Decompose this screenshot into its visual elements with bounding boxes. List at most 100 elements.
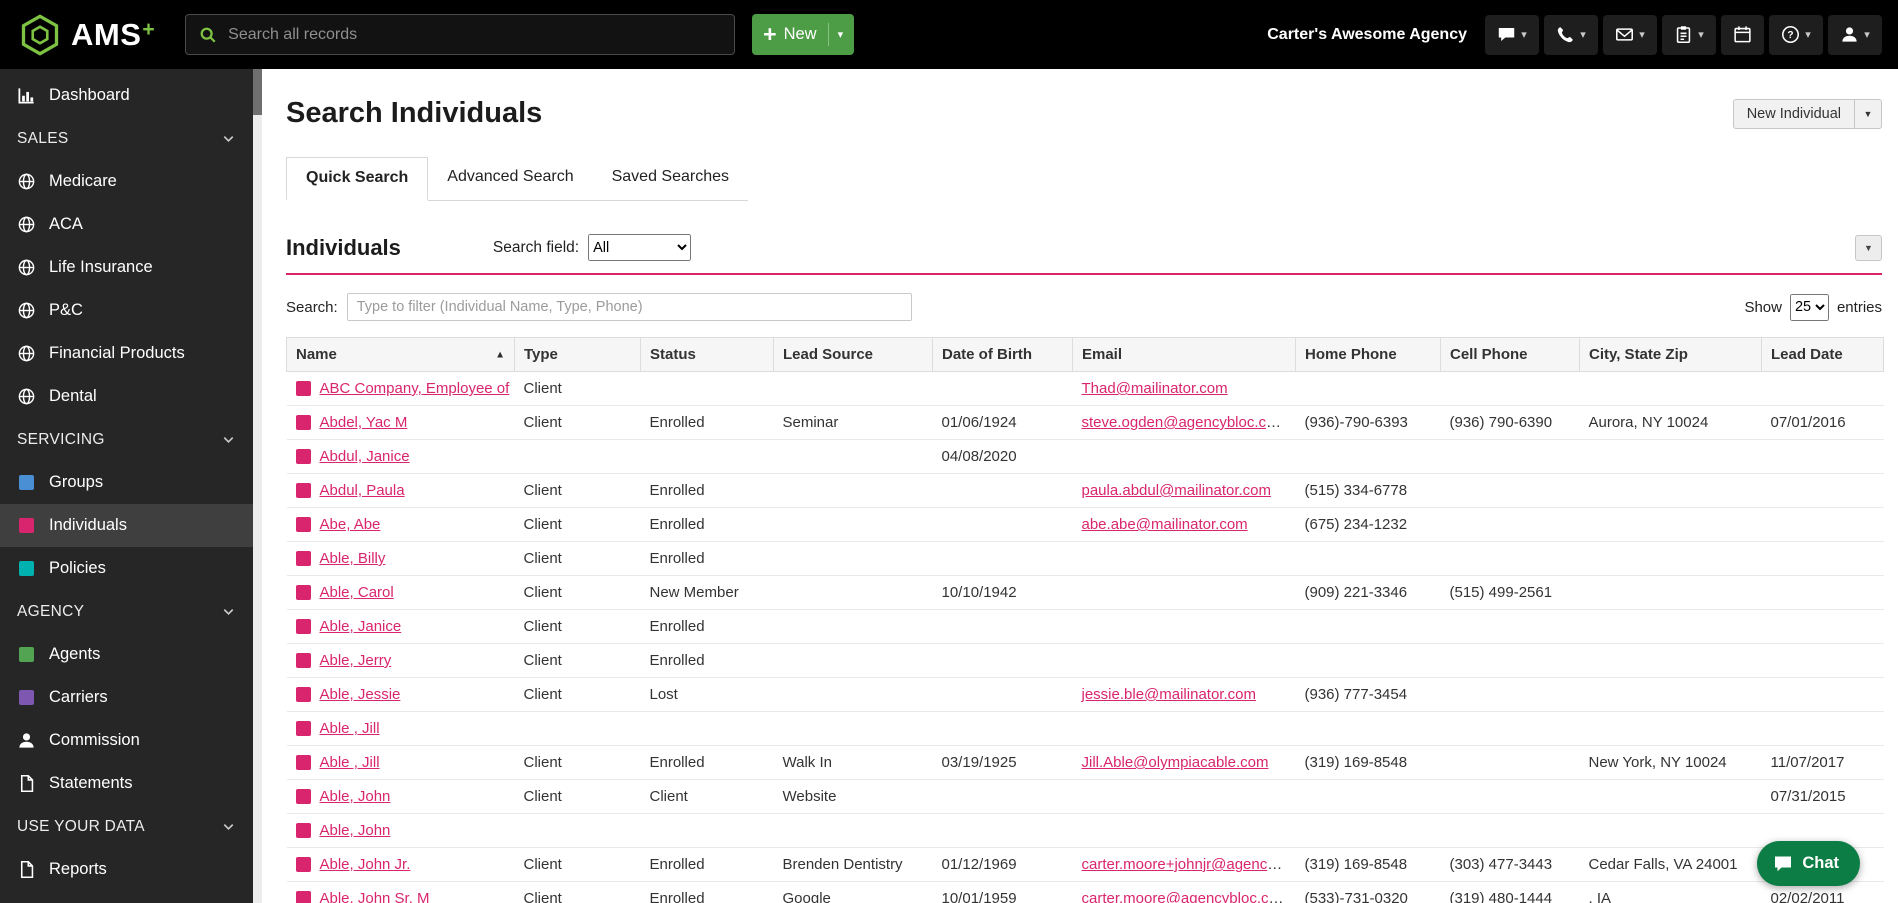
individual-name-link[interactable]: Abdul, Paula: [320, 482, 405, 499]
email-link[interactable]: carter.moore@agencybloc.com: [1082, 890, 1290, 903]
email-link[interactable]: steve.ogden@agencybloc.com: [1082, 414, 1287, 431]
individual-name-link[interactable]: Able, John Jr.: [320, 856, 411, 873]
table-cell: 04/08/2020: [932, 439, 1073, 474]
sidebar-item-carriers[interactable]: Carriers: [0, 676, 253, 719]
sidebar-item-individuals[interactable]: Individuals: [0, 504, 253, 547]
tab-advanced-search[interactable]: Advanced Search: [428, 157, 592, 200]
table-cell: Client: [514, 541, 641, 576]
individual-name-link[interactable]: Able, Billy: [320, 550, 386, 567]
email-link[interactable]: Thad@mailinator.com: [1082, 380, 1228, 397]
individual-name-link[interactable]: Able, John: [320, 788, 391, 805]
column-header-email[interactable]: Email: [1072, 337, 1296, 372]
sidebar-item-p-c[interactable]: P&C: [0, 289, 253, 332]
cell-name: Abdel, Yac M: [286, 405, 515, 440]
individual-name-link[interactable]: Able , Jill: [320, 754, 380, 771]
table-cell: [1761, 643, 1884, 678]
individual-name-link[interactable]: Able, Jerry: [320, 652, 392, 669]
sidebar-item-email-marketing[interactable]: Email Marketing: [0, 891, 253, 903]
individual-name-link[interactable]: Able, John Sr. M: [320, 890, 430, 903]
new-individual-button[interactable]: New Individual: [1732, 98, 1855, 129]
sidebar-item-groups[interactable]: Groups: [0, 461, 253, 504]
sidebar-section-agency[interactable]: AGENCY: [0, 590, 253, 633]
column-header-lead-date[interactable]: Lead Date: [1761, 337, 1884, 372]
table-options-dropdown-button[interactable]: ▼: [1855, 234, 1882, 261]
record-square-icon: [295, 823, 311, 838]
sidebar-item-statements[interactable]: Statements: [0, 762, 253, 805]
tab-quick-search[interactable]: Quick Search: [286, 157, 429, 201]
chevron-down-icon: ▾: [1698, 29, 1704, 41]
email-link[interactable]: abe.abe@mailinator.com: [1082, 516, 1248, 533]
account-dropdown-button[interactable]: ▾: [1828, 14, 1882, 55]
search-field-select[interactable]: All: [588, 234, 692, 261]
column-header-label: Cell Phone: [1450, 346, 1528, 363]
individual-name-link[interactable]: Abdul, Janice: [320, 448, 410, 465]
cell-email: [1072, 643, 1296, 678]
new-individual-dropdown-button[interactable]: ▼: [1855, 98, 1882, 129]
cell-name: ABC Company, Employee of: [286, 371, 515, 406]
sidebar-item-life-insurance[interactable]: Life Insurance: [0, 246, 253, 289]
help-dropdown-button[interactable]: ? ▾: [1769, 14, 1823, 55]
sidebar-item-agents[interactable]: Agents: [0, 633, 253, 676]
column-header-name[interactable]: Name ▲: [286, 337, 515, 372]
table-row: Able, Jessie Client Lost jessie.ble@mailina…: [286, 677, 1884, 712]
individual-name-link[interactable]: Abdel, Yac M: [320, 414, 408, 431]
table-cell: (936) 790-6390: [1440, 405, 1580, 440]
table-cell: [1579, 473, 1762, 508]
calendar-button[interactable]: [1721, 14, 1764, 55]
column-header-home-phone[interactable]: Home Phone: [1295, 337, 1441, 372]
sidebar-item-policies[interactable]: Policies: [0, 547, 253, 590]
table-cell: [1295, 813, 1441, 848]
individual-name-link[interactable]: Able, John: [320, 822, 391, 839]
table-cell: [1440, 439, 1580, 474]
filter-input[interactable]: [346, 293, 912, 321]
sidebar-item-aca[interactable]: ACA: [0, 203, 253, 246]
column-header-date-of-birth[interactable]: Date of Birth: [932, 337, 1073, 372]
cell-name: Able, John: [286, 813, 515, 848]
cell-name: Able, Janice: [286, 609, 515, 644]
table-cell: Client: [514, 575, 641, 610]
sidebar-item-financial-products[interactable]: Financial Products: [0, 332, 253, 375]
chat-button[interactable]: Chat: [1757, 841, 1860, 886]
app-logo[interactable]: AMS+: [18, 13, 155, 57]
calls-dropdown-button[interactable]: ▾: [1544, 14, 1598, 55]
show-entries-select[interactable]: 25: [1789, 293, 1829, 321]
chevron-down-icon: ▾: [837, 29, 844, 41]
table-cell: 10/10/1942: [932, 575, 1073, 610]
email-link[interactable]: carter.moore+johnjr@agency…: [1082, 856, 1290, 873]
table-cell: [1761, 677, 1884, 712]
sidebar-section-use-your-data[interactable]: USE YOUR DATA: [0, 805, 253, 848]
column-header-type[interactable]: Type: [514, 337, 641, 372]
sidebar-section-servicing[interactable]: SERVICING: [0, 418, 253, 461]
sidebar-item-commission[interactable]: Commission: [0, 719, 253, 762]
global-search-input[interactable]: [228, 25, 722, 44]
email-dropdown-button[interactable]: ▾: [1603, 14, 1657, 55]
tab-saved-searches[interactable]: Saved Searches: [593, 157, 748, 200]
email-link[interactable]: Jill.Able@olympiacable.com: [1082, 754, 1269, 771]
sidebar-scrollbar[interactable]: [253, 69, 262, 903]
tasks-dropdown-button[interactable]: ▾: [1662, 14, 1716, 55]
new-button[interactable]: + New ▾: [752, 14, 855, 55]
individual-name-link[interactable]: Able, Jessie: [320, 686, 401, 703]
column-header-city-state-zip[interactable]: City, State Zip: [1579, 337, 1762, 372]
sidebar-item-dental[interactable]: Dental: [0, 375, 253, 418]
globe-icon: [17, 344, 36, 363]
chevron-down-icon: [221, 131, 236, 146]
individual-name-link[interactable]: Able , Jill: [320, 720, 380, 737]
individual-name-link[interactable]: Able, Janice: [320, 618, 402, 635]
column-header-status[interactable]: Status: [640, 337, 774, 372]
topbar: AMS+ + New ▾ Carter's Awesome Agency ▾ ▾ ▾…: [0, 0, 1898, 69]
sidebar-item-medicare[interactable]: Medicare: [0, 160, 253, 203]
column-header-cell-phone[interactable]: Cell Phone: [1440, 337, 1580, 372]
individual-name-link[interactable]: Able, Carol: [320, 584, 394, 601]
sidebar-item-reports[interactable]: Reports: [0, 848, 253, 891]
sidebar-section-sales[interactable]: SALES: [0, 117, 253, 160]
email-link[interactable]: jessie.ble@mailinator.com: [1082, 686, 1256, 703]
email-link[interactable]: paula.abdul@mailinator.com: [1082, 482, 1272, 499]
messages-dropdown-button[interactable]: ▾: [1485, 14, 1539, 55]
individual-name-link[interactable]: ABC Company, Employee of: [320, 380, 510, 397]
sidebar-item-label: Medicare: [49, 172, 117, 190]
sidebar-scrollbar-thumb[interactable]: [253, 69, 262, 115]
individual-name-link[interactable]: Abe, Abe: [320, 516, 381, 533]
column-header-lead-source[interactable]: Lead Source: [773, 337, 933, 372]
sidebar-item-dashboard[interactable]: Dashboard: [0, 74, 253, 117]
